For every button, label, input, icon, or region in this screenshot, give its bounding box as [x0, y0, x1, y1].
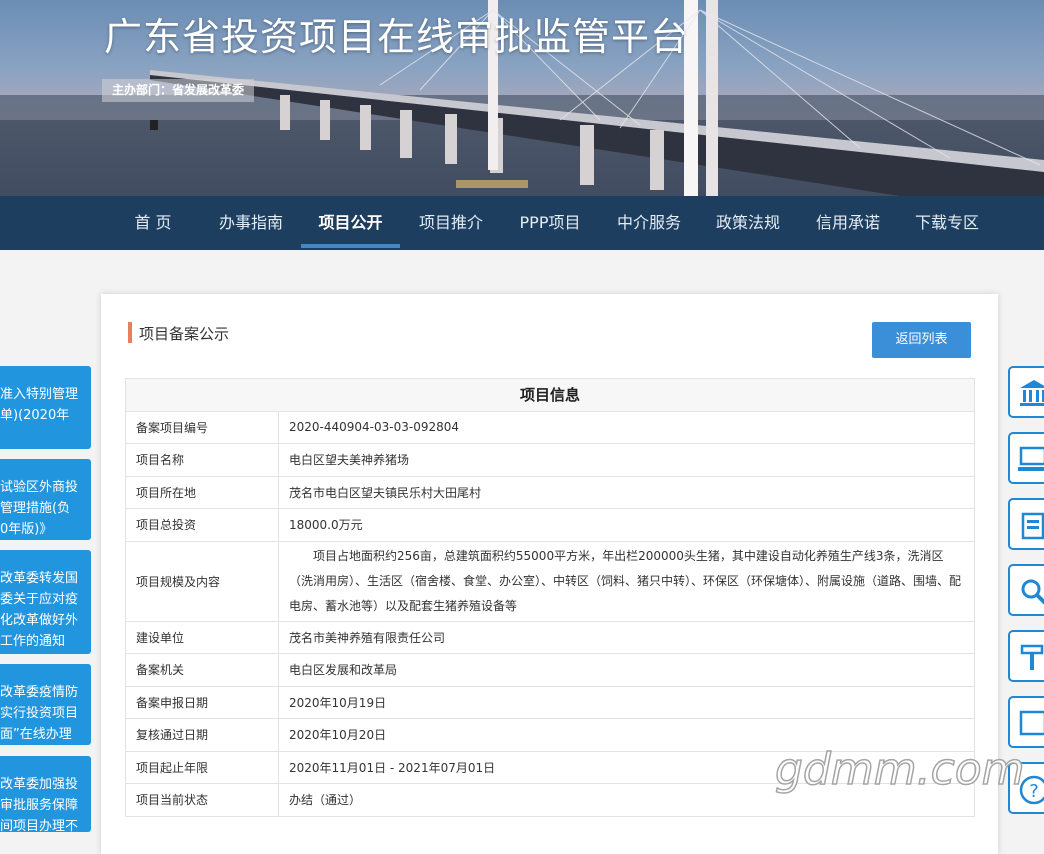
tools-icon: [1020, 644, 1044, 670]
row-value: 2020-440904-03-03-092804: [278, 410, 975, 444]
table-row: 项目所在地 茂名市电白区望夫镇民乐村大田尾村: [125, 475, 975, 509]
nav-item-project-promotion[interactable]: 项目推介: [408, 196, 494, 250]
left-link-line: 单)(2020年: [0, 408, 70, 423]
search-icon-button[interactable]: [1008, 564, 1044, 616]
row-value: 茂名市电白区望夫镇民乐村大田尾村: [278, 475, 975, 509]
left-link-2[interactable]: 试验区外商投 管理措施(负 0年版)》: [0, 459, 91, 540]
left-link-line: 准入特别管理: [0, 387, 79, 402]
row-key: 建设单位: [125, 620, 279, 654]
left-link-line: 管理措施(负: [0, 501, 71, 516]
row-key: 项目总投资: [125, 508, 279, 542]
nav-item-guide[interactable]: 办事指南: [208, 196, 294, 250]
box-icon-button[interactable]: [1008, 696, 1044, 748]
row-value: 电白区望夫美神养猪场: [278, 443, 975, 477]
nav-item-project-public[interactable]: 项目公开: [301, 196, 400, 250]
tools-icon-button[interactable]: [1008, 630, 1044, 682]
row-key: 备案项目编号: [125, 410, 279, 444]
row-value: 2020年10月19日: [278, 685, 975, 719]
left-link-5[interactable]: 改革委加强投 审批服务保障 间项目办理不: [0, 756, 91, 832]
row-key: 项目起止年限: [125, 750, 279, 784]
left-link-1[interactable]: 准入特别管理 单)(2020年: [0, 366, 91, 449]
left-link-line: 间项目办理不: [0, 819, 79, 832]
row-key: 备案申报日期: [125, 685, 279, 719]
left-link-line: 化改革做好外: [0, 613, 79, 628]
title-marker: [128, 322, 132, 343]
table-row: 项目名称 电白区望夫美神养猪场: [125, 443, 975, 477]
nav-item-credit[interactable]: 信用承诺: [805, 196, 891, 250]
search-icon: [1021, 579, 1044, 605]
document-icon-button[interactable]: [1008, 498, 1044, 550]
left-link-line: 实行投资项目: [0, 706, 79, 721]
nav-item-ppp[interactable]: PPP项目: [507, 196, 593, 250]
row-key: 项目规模及内容: [125, 540, 279, 622]
card-title: 项目备案公示: [139, 325, 230, 343]
left-link-line: 工作的通知: [0, 634, 66, 649]
nav-active-indicator: [301, 244, 400, 248]
row-key: 项目所在地: [125, 475, 279, 509]
row-key: 复核通过日期: [125, 718, 279, 752]
table-row: 建设单位 茂名市美神养殖有限责任公司: [125, 620, 975, 654]
row-value: 茂名市美神养殖有限责任公司: [278, 620, 975, 654]
table-row: 项目规模及内容 项目占地面积约256亩，总建筑面积约55000平方米，年出栏200…: [125, 540, 975, 622]
site-title: 广东省投资项目在线审批监管平台: [104, 15, 690, 59]
header-banner: 广东省投资项目在线审批监管平台 主办部门：省发展改革委: [0, 0, 1044, 196]
nav-item-agency[interactable]: 中介服务: [606, 196, 692, 250]
watermark: gdmm.com: [774, 743, 1025, 796]
svg-text:?: ?: [1029, 781, 1039, 802]
row-value: 18000.0万元: [278, 508, 975, 542]
nav-item-download[interactable]: 下载专区: [904, 196, 990, 250]
table-row: 备案机关 电白区发展和改革局: [125, 653, 975, 687]
left-link-line: 改革委转发国: [0, 571, 79, 586]
row-value: 电白区发展和改革局: [278, 653, 975, 687]
computer-icon-button[interactable]: [1008, 432, 1044, 484]
box-icon: [1019, 710, 1044, 736]
sponsor-label: 主办部门：省发展改革委: [102, 79, 255, 102]
left-link-line: 面”在线办理: [0, 727, 72, 742]
document-icon: [1021, 512, 1044, 540]
computer-icon: [1018, 446, 1044, 471]
nav-item-home[interactable]: 首 页: [118, 196, 188, 250]
building-icon-button[interactable]: [1008, 366, 1044, 418]
table-row: 备案项目编号 2020-440904-03-03-092804: [125, 410, 975, 444]
left-link-3[interactable]: 改革委转发国 委关于应对疫 化改革做好外 工作的通知: [0, 550, 91, 654]
scale-text: 项目占地面积约256亩，总建筑面积约55000平方米，年出栏200000头生猪，…: [289, 548, 962, 613]
left-link-line: 审批服务保障: [0, 798, 79, 813]
row-key: 备案机关: [125, 653, 279, 687]
left-link-line: 0年版)》: [0, 522, 53, 537]
left-link-line: 委关于应对疫: [0, 592, 79, 607]
table-row: 项目总投资 18000.0万元: [125, 508, 975, 542]
row-key: 项目名称: [125, 443, 279, 477]
left-link-line: 试验区外商投: [0, 480, 79, 495]
left-link-line: 改革委疫情防: [0, 685, 79, 700]
left-link-line: 改革委加强投: [0, 777, 79, 792]
left-link-4[interactable]: 改革委疫情防 实行投资项目 面”在线办理: [0, 664, 91, 745]
row-value-scale: 项目占地面积约256亩，总建筑面积约55000平方米，年出栏200000头生猪，…: [278, 540, 975, 622]
back-to-list-button[interactable]: 返回列表: [872, 322, 971, 358]
main-nav: 首 页 办事指南 项目公开 项目推介 PPP项目 中介服务 政策法规 信用承诺 …: [0, 196, 1044, 250]
table-heading: 项目信息: [125, 378, 975, 412]
nav-item-policy[interactable]: 政策法规: [705, 196, 791, 250]
row-key: 项目当前状态: [125, 783, 279, 817]
building-icon: [1020, 380, 1044, 406]
table-row: 备案申报日期 2020年10月19日: [125, 685, 975, 719]
